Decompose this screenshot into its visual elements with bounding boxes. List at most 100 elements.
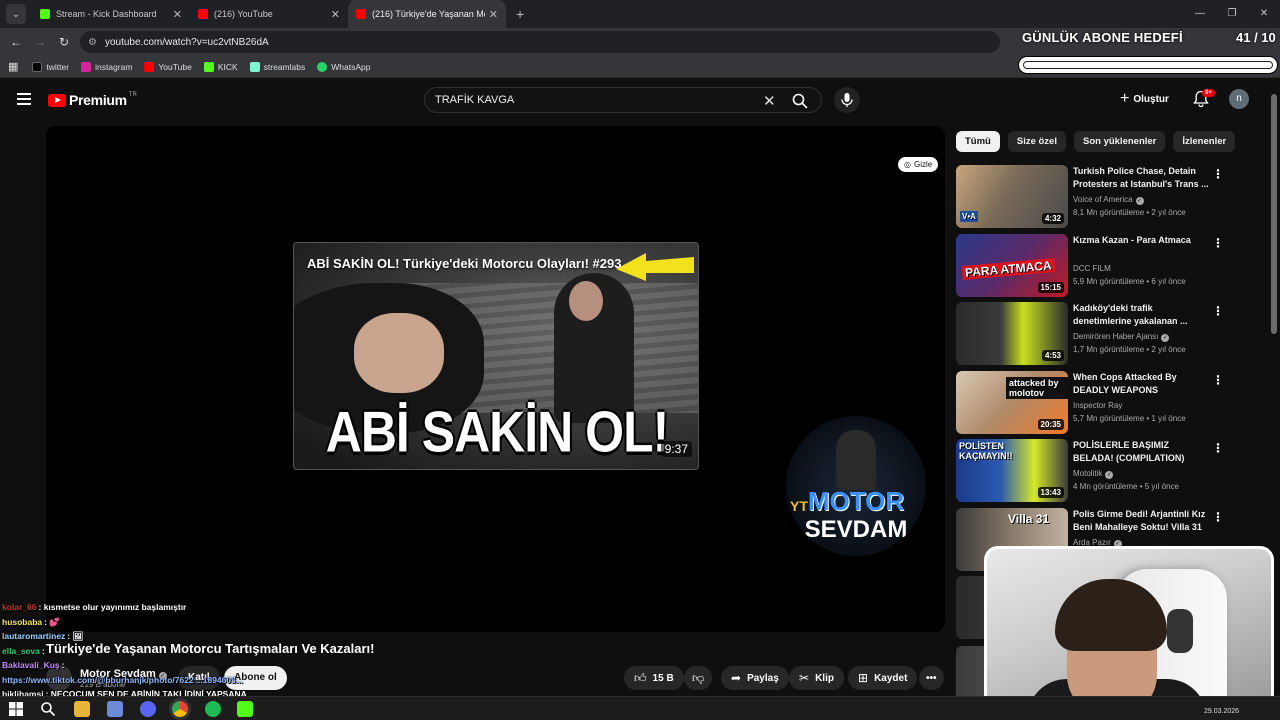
video-duration: 4:53 xyxy=(1041,350,1064,361)
url-input[interactable]: ⚙ youtube.com/watch?v=uc2vtNB26dA xyxy=(80,31,1000,53)
back-icon[interactable]: ← xyxy=(4,35,28,49)
browser-tab-kick[interactable]: Stream - Kick Dashboard ✕ xyxy=(32,0,190,28)
spotify-icon[interactable] xyxy=(205,701,221,717)
video-player[interactable]: ◎ Gizle ABİ SAKİN OL! Türkiye'deki Motorc… xyxy=(46,126,945,632)
thumbnail-caption: attacked by molotov xyxy=(1006,377,1068,399)
more-vertical-icon[interactable]: ⋮ xyxy=(1212,304,1224,318)
maximize-icon[interactable]: ❐ xyxy=(1216,0,1248,28)
video-meta: 5,7 Mn görüntüleme • 1 yıl önce xyxy=(1073,414,1186,423)
create-label: Oluştur xyxy=(1133,93,1169,105)
video-title: Kızma Kazan - Para Atmaca xyxy=(1073,235,1191,245)
new-tab-icon[interactable]: + xyxy=(516,6,524,22)
page-scrollbar[interactable] xyxy=(1271,94,1277,334)
search-icon[interactable] xyxy=(40,701,56,717)
minimize-icon[interactable]: — xyxy=(1184,0,1216,28)
more-vertical-icon[interactable]: ⋮ xyxy=(1212,236,1224,250)
close-icon[interactable]: ✕ xyxy=(331,8,340,21)
chip-watched[interactable]: İzlenenler xyxy=(1173,131,1236,152)
youtube-premium-logo[interactable]: Premium TR xyxy=(48,92,137,108)
notification-count-badge: 9+ xyxy=(1202,89,1215,97)
search-icon[interactable] xyxy=(792,93,808,109)
share-label: Paylaş xyxy=(747,672,779,684)
video-title: Turkish Police Chase, Detain Protesters … xyxy=(1073,166,1209,189)
video-thumbnail[interactable]: 4:53 xyxy=(956,302,1068,365)
save-button[interactable]: ⊞ Kaydet xyxy=(848,666,918,690)
endcard-big-text: ABİ SAKİN OL! xyxy=(325,399,670,465)
windows-start-icon[interactable] xyxy=(8,701,24,717)
share-button[interactable]: ➦ Paylaş xyxy=(721,666,789,690)
video-thumbnail[interactable]: attacked by molotov 20:35 xyxy=(956,371,1068,434)
whatsapp-icon xyxy=(317,61,328,72)
more-vertical-icon[interactable]: ⋮ xyxy=(1212,167,1224,181)
channel-endscreen-logo[interactable]: YT MOTOR SEVDAM xyxy=(786,416,926,556)
clear-search-icon[interactable]: ✕ xyxy=(763,92,776,110)
voice-search-button[interactable] xyxy=(834,87,860,113)
hide-endcard-button[interactable]: ◎ Gizle xyxy=(898,157,939,172)
channel-name-text: Voice of America xyxy=(1073,195,1133,204)
file-explorer-icon[interactable] xyxy=(74,701,90,717)
apps-grid-icon[interactable]: ▦ xyxy=(8,60,18,73)
chip-for-you[interactable]: Size özel xyxy=(1007,131,1066,152)
bookmark-label: instagram xyxy=(95,61,133,72)
youtube-favicon-icon xyxy=(198,9,208,19)
channel-name[interactable]: Inspector Ray xyxy=(1073,401,1122,410)
clip-button[interactable]: ✂ Klip xyxy=(789,666,844,690)
bookmark-youtube[interactable]: YouTube xyxy=(144,61,192,72)
eye-off-icon: ◎ xyxy=(904,160,911,169)
channel-name[interactable]: Motolitik ✓ xyxy=(1073,469,1114,479)
dislike-button[interactable]: 👎︎ xyxy=(684,666,713,690)
app-icon[interactable] xyxy=(107,701,123,717)
account-avatar[interactable]: n xyxy=(1229,89,1249,109)
video-meta: 8,1 Mn görüntüleme • 2 yıl önce xyxy=(1073,208,1186,217)
bookmark-instagram[interactable]: instagram xyxy=(81,61,133,72)
video-meta: 1,7 Mn görüntüleme • 2 yıl önce xyxy=(1073,345,1186,354)
recommended-video[interactable]: V•A 4:32 Turkish Police Chase, Detain Pr… xyxy=(956,165,1256,229)
discord-icon[interactable] xyxy=(140,701,156,717)
close-icon[interactable]: ✕ xyxy=(173,8,182,21)
recommended-video[interactable]: PARA ATMACA 15:15 Kızma Kazan - Para Atm… xyxy=(956,234,1256,298)
recommended-video[interactable]: POLİSTEN KAÇMAYIN!! 13:43 POLİSLERLE BAŞ… xyxy=(956,439,1256,503)
recommended-video[interactable]: 4:53 Kadıköy'deki trafik denetimlerine y… xyxy=(956,302,1256,366)
endscreen-video-card[interactable]: ABİ SAKİN OL! Türkiye'deki Motorcu Olayl… xyxy=(293,242,699,470)
tab-search-button[interactable]: ⌄ xyxy=(6,4,26,24)
search-input[interactable]: TRAFİK KAVGA ✕ xyxy=(424,87,822,113)
chrome-icon[interactable] xyxy=(172,701,188,717)
video-thumbnail[interactable]: PARA ATMACA 15:15 xyxy=(956,234,1068,297)
more-vertical-icon[interactable]: ⋮ xyxy=(1212,441,1224,455)
close-window-icon[interactable]: ✕ xyxy=(1248,0,1280,28)
video-thumbnail[interactable]: V•A 4:32 xyxy=(956,165,1068,228)
channel-name[interactable]: Voice of America ✓ xyxy=(1073,195,1144,205)
browser-tab-video[interactable]: (216) Türkiye'de Yaşanan Motor ✕ xyxy=(348,0,506,28)
browser-tab-youtube[interactable]: (216) YouTube ✕ xyxy=(190,0,348,28)
bookmark-streamlabs[interactable]: streamlabs xyxy=(249,61,305,72)
video-title: Polis Girme Dedi! Arjantinli Kız Beni Ma… xyxy=(1073,509,1206,532)
recommended-video[interactable]: attacked by molotov 20:35 When Cops Atta… xyxy=(956,371,1256,435)
more-actions-button[interactable]: ••• xyxy=(919,666,944,690)
site-info-icon[interactable]: ⚙ xyxy=(88,37,97,48)
forward-icon[interactable]: → xyxy=(28,35,52,49)
channel-name[interactable]: Demirören Haber Ajansı ✓ xyxy=(1073,332,1170,342)
chip-all[interactable]: Tümü xyxy=(956,131,1000,152)
like-button[interactable]: 👍︎ 15 B xyxy=(624,666,684,690)
more-vertical-icon[interactable]: ⋮ xyxy=(1212,510,1224,524)
channel-name-text: Motolitik xyxy=(1073,469,1103,478)
more-vertical-icon[interactable]: ⋮ xyxy=(1212,373,1224,387)
close-icon[interactable]: ✕ xyxy=(489,8,498,21)
channel-name[interactable]: DCC FILM xyxy=(1073,264,1111,273)
region-code: TR xyxy=(128,92,137,98)
thumbnail-caption: POLİSTEN KAÇMAYIN!! xyxy=(959,441,1013,461)
bookmark-label: twitter xyxy=(46,61,70,72)
bookmark-twitter[interactable]: twitter xyxy=(32,61,70,72)
menu-icon[interactable] xyxy=(17,93,31,105)
chip-recent[interactable]: Son yüklenenler xyxy=(1073,131,1166,152)
bookmark-whatsapp[interactable]: WhatsApp xyxy=(317,61,370,72)
reload-icon[interactable]: ↻ xyxy=(52,35,76,49)
video-thumbnail[interactable]: POLİSTEN KAÇMAYIN!! 13:43 xyxy=(956,439,1068,502)
goal-bar-fill xyxy=(1023,61,1273,69)
create-button[interactable]: + Oluştur xyxy=(1120,91,1169,107)
thumbnail-caption: Villa 31 xyxy=(1008,512,1050,526)
bookmark-kick[interactable]: KICK xyxy=(203,61,238,72)
video-title: POLİSLERLE BAŞIMIZ BELADA! (COMPILATION) xyxy=(1073,440,1185,463)
video-title: When Cops Attacked By DEADLY WEAPONS xyxy=(1073,372,1177,395)
kick-app-icon[interactable] xyxy=(237,701,253,717)
